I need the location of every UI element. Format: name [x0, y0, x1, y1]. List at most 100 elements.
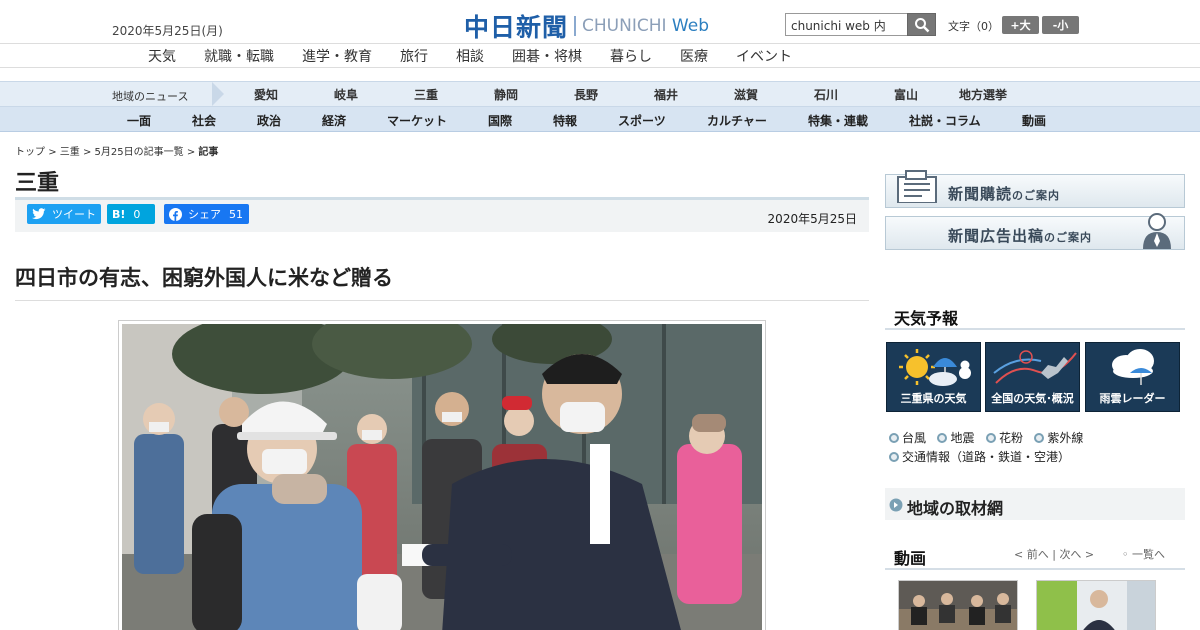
section-link[interactable]: 経済: [322, 112, 346, 129]
section-link[interactable]: マーケット: [387, 112, 447, 129]
video-thumbnail[interactable]: [898, 580, 1018, 630]
region-link[interactable]: 三重: [414, 86, 438, 103]
category-link[interactable]: 医療: [680, 46, 708, 66]
facebook-share-button[interactable]: シェア 51: [164, 204, 249, 224]
advertising-banner[interactable]: 新聞広告出稿のご案内: [885, 213, 1185, 250]
video-list-bullet-icon: ◦: [1122, 548, 1129, 561]
video-thumbnail[interactable]: [1036, 580, 1156, 630]
weather-map-icon: [993, 350, 1077, 384]
news-network-label: 地域の取材網: [907, 499, 1004, 518]
category-link[interactable]: 囲碁・将棋: [512, 46, 582, 66]
bullet-icon: [889, 452, 899, 462]
category-link[interactable]: 天気: [148, 46, 176, 66]
region-link[interactable]: 福井: [654, 86, 678, 103]
section-link[interactable]: 社説・コラム: [909, 112, 981, 129]
section-link[interactable]: 政治: [257, 112, 281, 129]
breadcrumb-link[interactable]: トップ: [15, 147, 45, 158]
search-input[interactable]: chunichi web 内: [785, 13, 908, 36]
facebook-share-label: シェア: [188, 208, 221, 221]
weather-link-pollen[interactable]: 花粉: [985, 431, 1023, 445]
region-link[interactable]: 静岡: [494, 86, 518, 103]
advertising-banner-suffix: のご案内: [1044, 231, 1093, 244]
bullet-icon: [985, 433, 996, 443]
text-size-down-button[interactable]: -小: [1042, 16, 1079, 34]
hatena-bookmark-button[interactable]: B! 0: [107, 204, 155, 224]
section-link[interactable]: カルチャー: [707, 112, 767, 129]
breadcrumb-separator: >: [48, 147, 57, 158]
region-link[interactable]: 岐阜: [334, 86, 358, 103]
article-date: 2020年5月25日: [767, 212, 857, 226]
region-arrow-icon: [212, 82, 224, 106]
category-link[interactable]: 旅行: [400, 46, 428, 66]
category-link[interactable]: イベント: [736, 46, 792, 66]
tweet-button[interactable]: ツイート: [27, 204, 101, 224]
category-link[interactable]: 進学・教育: [302, 46, 372, 66]
section-title: 三重: [15, 171, 60, 196]
weather-link-label: 台風: [902, 431, 927, 445]
advertising-banner-label: 新聞広告出稿のご案内: [948, 225, 1092, 246]
logo-english: CHUNICHI Web: [582, 16, 709, 36]
section-link[interactable]: 国際: [488, 112, 512, 129]
video-heading-rule: [885, 568, 1185, 570]
breadcrumb-separator: >: [186, 147, 196, 158]
bullet-icon: [889, 433, 899, 443]
news-network-link[interactable]: 地域の取材網: [885, 488, 1185, 520]
video-list-label: 一覧へ: [1132, 548, 1165, 561]
subscribe-banner-suffix: のご案内: [1012, 189, 1061, 202]
section-link[interactable]: 社会: [192, 112, 216, 129]
weather-link-uv[interactable]: 紫外線: [1034, 431, 1083, 445]
article-photo[interactable]: [118, 320, 766, 630]
category-link[interactable]: 暮らし: [610, 46, 652, 66]
weather-tile-national[interactable]: 全国の天気･概況: [985, 342, 1080, 412]
region-link[interactable]: 地方選挙: [959, 86, 1007, 103]
region-nav-label: 地域のニュース: [112, 90, 189, 103]
breadcrumb-link[interactable]: 三重: [60, 147, 80, 158]
section-link[interactable]: スポーツ: [618, 112, 666, 129]
region-nav: 地域のニュース 愛知 岐阜 三重 静岡 長野 福井 滋賀 石川 富山 地方選挙: [0, 81, 1200, 107]
video-list-link[interactable]: ◦ 一覧へ: [1122, 546, 1165, 562]
weather-link-label: 紫外線: [1047, 431, 1084, 445]
weather-link-earthquake[interactable]: 地震: [937, 431, 974, 445]
category-link[interactable]: 就職・転職: [204, 46, 274, 66]
facebook-icon: [169, 207, 182, 221]
search-button[interactable]: [907, 13, 936, 36]
traffic-info-link[interactable]: 交通情報（道路・鉄道・空港）: [889, 448, 1070, 465]
category-link[interactable]: 相談: [456, 46, 484, 66]
region-link[interactable]: 長野: [574, 86, 598, 103]
newspaper-icon: [897, 170, 937, 203]
weather-heading: 天気予報: [894, 309, 959, 328]
weather-link-label: 花粉: [998, 431, 1023, 445]
section-link[interactable]: 特報: [553, 112, 577, 129]
region-link[interactable]: 愛知: [254, 86, 278, 103]
section-nav: 一面 社会 政治 経済 マーケット 国際 特報 スポーツ カルチャー 特集・連載…: [0, 107, 1200, 132]
section-link[interactable]: 特集・連載: [808, 112, 868, 129]
video-next-link[interactable]: 次へ >: [1059, 548, 1094, 561]
weather-tile-mie[interactable]: 三重県の天気: [886, 342, 981, 412]
weather-link-label: 地震: [950, 431, 975, 445]
weather-tile-radar-label: 雨雲レーダー: [1099, 392, 1166, 405]
weather-tile-radar[interactable]: 雨雲レーダー: [1085, 342, 1180, 412]
section-link[interactable]: 動画: [1022, 112, 1046, 129]
region-link[interactable]: 富山: [894, 86, 918, 103]
region-link[interactable]: 石川: [814, 86, 838, 103]
text-size-up-button[interactable]: +大: [1002, 16, 1039, 34]
region-link[interactable]: 滋賀: [734, 86, 758, 103]
article-headline: 四日市の有志、困窮外国人に米など贈る: [15, 266, 393, 290]
share-bar: ツイート B! 0 シェア 51 2020年5月25日: [15, 200, 869, 232]
subscribe-banner[interactable]: 新聞購読のご案内: [885, 170, 1185, 208]
weather-link-typhoon[interactable]: 台風: [889, 431, 926, 445]
twitter-bird-icon: [32, 208, 46, 220]
video-prev-link[interactable]: < 前へ: [1014, 548, 1049, 561]
section-link[interactable]: 一面: [127, 112, 151, 129]
breadcrumb-link[interactable]: 5月25日の記事一覧: [95, 147, 184, 158]
video-pager-separator: |: [1052, 548, 1056, 561]
site-logo[interactable]: 中日新聞 CHUNICHI Web: [464, 8, 709, 44]
weather-heading-rule: [885, 328, 1185, 330]
facebook-share-count: 51: [229, 207, 243, 221]
category-nav: 天気 就職・転職 進学・教育 旅行 相談 囲碁・将棋 暮らし 医療 イベント: [0, 43, 1200, 68]
video-pager: < 前へ | 次へ >: [1014, 546, 1094, 562]
weather-tile-national-label: 全国の天気･概況: [991, 392, 1074, 405]
bullet-icon: [1034, 433, 1045, 443]
weather-links: 台風 地震 花粉 紫外線: [889, 429, 1083, 446]
subscribe-banner-label: 新聞購読のご案内: [948, 183, 1060, 204]
